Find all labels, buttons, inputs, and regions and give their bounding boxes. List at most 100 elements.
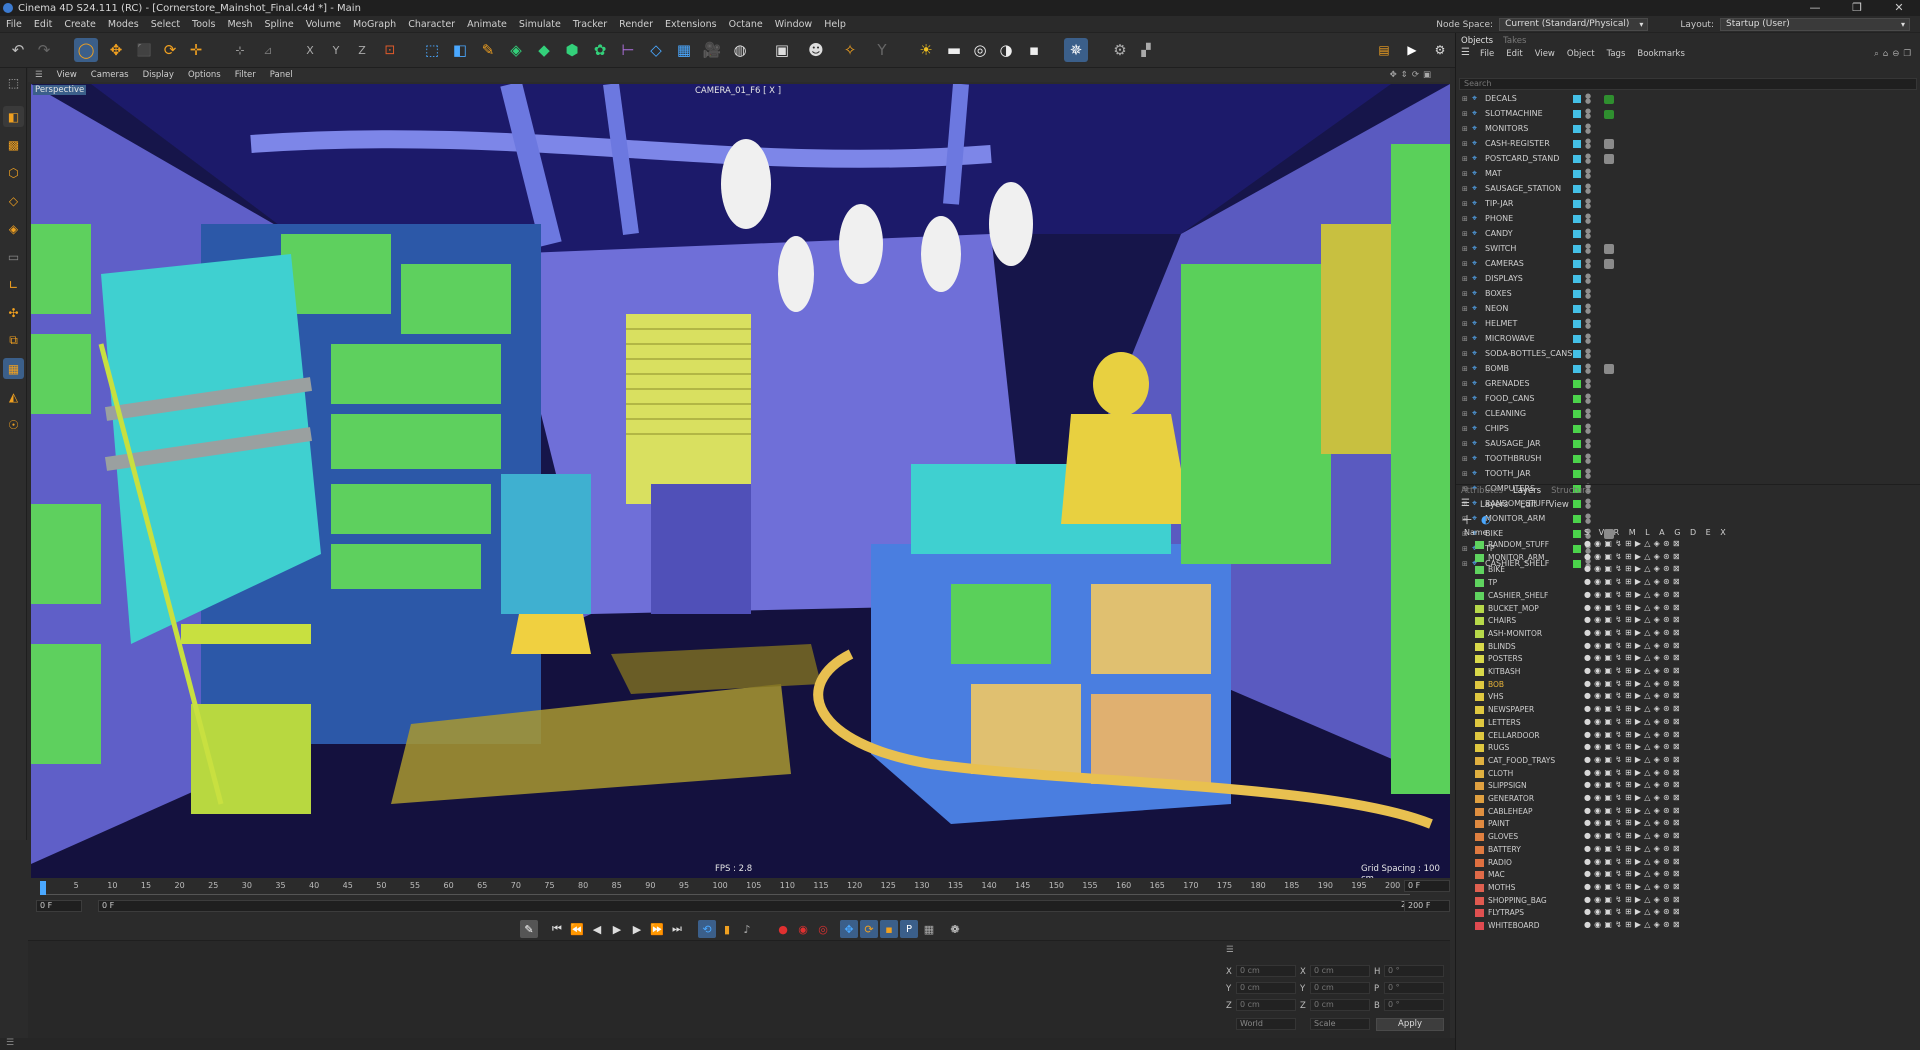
mograph-effector-icon[interactable]: ✿	[588, 38, 612, 62]
visibility-dots-icon[interactable]: ● ●	[1585, 408, 1591, 420]
menu-simulate[interactable]: Simulate	[513, 19, 567, 30]
next-frame-icon[interactable]: ▶	[628, 920, 646, 938]
objects-menu-view[interactable]: View	[1535, 49, 1555, 59]
coordinate-mode-dropdown[interactable]: World	[1236, 1018, 1296, 1030]
menu-edit[interactable]: Edit	[28, 19, 58, 30]
layer-color-swatch[interactable]	[1573, 230, 1581, 238]
expand-icon[interactable]: ⊞	[1462, 110, 1468, 118]
script-manager-icon[interactable]: ▞	[1134, 38, 1158, 62]
3d-viewport[interactable]: Perspective CAMERA_01_F6 [ X ] FPS : 2.8…	[31, 84, 1450, 878]
visibility-dots-icon[interactable]: ● ●	[1585, 213, 1591, 225]
record-keys-icon[interactable]: ●	[774, 920, 792, 938]
layer-color-swatch[interactable]	[1475, 858, 1484, 867]
menu-select[interactable]: Select	[145, 19, 186, 30]
object-row[interactable]: ⊞ ⌖ PHONE ● ●	[1456, 212, 1920, 227]
visibility-dots-icon[interactable]: ● ●	[1585, 123, 1591, 135]
visibility-dots-icon[interactable]: ● ●	[1585, 318, 1591, 330]
layer-manager-icon[interactable]: ◐	[1481, 513, 1495, 527]
layer-color-swatch[interactable]	[1475, 617, 1484, 626]
visibility-dots-icon[interactable]: ● ●	[1585, 333, 1591, 345]
texture-mode-icon[interactable]: ▩	[3, 134, 24, 155]
layer-flag-icons[interactable]: ●◉▣↯⊞▶△◈⊛⊠	[1584, 755, 1683, 764]
layer-flag-icons[interactable]: ●◉▣↯⊞▶△◈⊛⊠	[1584, 806, 1683, 815]
layer-row[interactable]: CAT_FOOD_TRAYS ●◉▣↯⊞▶△◈⊛⊠	[1456, 755, 1920, 768]
layers-menu-edit[interactable]: Edit	[1520, 500, 1536, 510]
layer-flag-icons[interactable]: ●◉▣↯⊞▶△◈⊛⊠	[1584, 831, 1683, 840]
layer-color-swatch[interactable]	[1475, 642, 1484, 651]
viewport-hamburger-icon[interactable]: ☰	[28, 70, 50, 80]
settings-icon[interactable]: ⚙	[1108, 38, 1132, 62]
size-mode-dropdown[interactable]: Scale	[1310, 1018, 1370, 1030]
layout-dropdown[interactable]: Startup (User)	[1720, 18, 1910, 31]
expand-icon[interactable]: ⊞	[1462, 380, 1468, 388]
layer-row[interactable]: RADIO ●◉▣↯⊞▶△◈⊛⊠	[1456, 857, 1920, 870]
octane-toggle-icon[interactable]: ▬	[942, 38, 966, 62]
key-rotation-icon[interactable]: ⟳	[860, 920, 878, 938]
menu-render[interactable]: Render	[613, 19, 659, 30]
tracker-icon[interactable]: Y	[870, 38, 894, 62]
motion-system-icon[interactable]: ❁	[946, 920, 964, 938]
end-frame-field[interactable]: 200 F	[1404, 900, 1450, 912]
layer-color-swatch[interactable]	[1573, 320, 1581, 328]
objects-search-input[interactable]: Search	[1459, 78, 1917, 90]
layer-color-swatch[interactable]	[1573, 215, 1581, 223]
undo-icon[interactable]: ↶	[6, 38, 30, 62]
x-size-field[interactable]: 0 cm	[1310, 965, 1370, 977]
layer-flag-icons[interactable]: ●◉▣↯⊞▶△◈⊛⊠	[1584, 564, 1683, 573]
layer-row[interactable]: POSTERS ●◉▣↯⊞▶△◈⊛⊠	[1456, 653, 1920, 666]
visibility-dots-icon[interactable]: ● ●	[1585, 363, 1591, 375]
object-row[interactable]: ⊞ ⌖ MONITORS ● ●	[1456, 122, 1920, 137]
tab-attributes[interactable]: Attributes	[1461, 486, 1503, 496]
expand-icon[interactable]: ⊞	[1462, 260, 1468, 268]
layer-color-swatch[interactable]	[1475, 871, 1484, 880]
cloner-icon[interactable]: ⬢	[560, 38, 584, 62]
object-row[interactable]: ⊞ ⌖ CLEANING ● ●	[1456, 407, 1920, 422]
layer-row[interactable]: WHITEBOARD ●◉▣↯⊞▶△◈⊛⊠	[1456, 920, 1920, 933]
loop-icon[interactable]: ⟲	[698, 920, 716, 938]
octane-object-tag-icon[interactable]	[1604, 95, 1614, 104]
layer-flag-icons[interactable]: ●◉▣↯⊞▶△◈⊛⊠	[1584, 603, 1683, 612]
z-position-field[interactable]: 0 cm	[1236, 999, 1296, 1011]
objects-panel-tool-icons[interactable]: ⌕⌂⊖❐	[1874, 49, 1915, 59]
sculpt-icon[interactable]: ✧	[838, 38, 862, 62]
expand-icon[interactable]: ⊞	[1462, 125, 1468, 133]
y-position-field[interactable]: 0 cm	[1236, 982, 1296, 994]
expand-icon[interactable]: ⊞	[1462, 455, 1468, 463]
object-row[interactable]: ⊞ ⌖ NEON ● ●	[1456, 302, 1920, 317]
snap-icon[interactable]: ⊿	[256, 38, 280, 62]
layer-flag-icons[interactable]: ●◉▣↯⊞▶△◈⊛⊠	[1584, 641, 1683, 650]
key-pla-icon[interactable]: ▦	[920, 920, 938, 938]
menu-file[interactable]: File	[0, 19, 28, 30]
layer-color-swatch[interactable]	[1573, 410, 1581, 418]
expand-icon[interactable]: ⊞	[1462, 335, 1468, 343]
status-hamburger-icon[interactable]: ☰	[6, 1038, 14, 1048]
layer-row[interactable]: ASH-MONITOR ●◉▣↯⊞▶△◈⊛⊠	[1456, 628, 1920, 641]
visibility-dots-icon[interactable]: ● ●	[1585, 243, 1591, 255]
object-row[interactable]: ⊞ ⌖ MICROWAVE ● ●	[1456, 332, 1920, 347]
render-view-icon[interactable]: ▣	[770, 38, 794, 62]
expand-icon[interactable]: ⊞	[1462, 410, 1468, 418]
timeline-mode-icon[interactable]: ✎	[520, 920, 538, 938]
layer-flag-icons[interactable]: ●◉▣↯⊞▶△◈⊛⊠	[1584, 679, 1683, 688]
cube-icon[interactable]: ◧	[448, 38, 472, 62]
b-rotation-field[interactable]: 0 °	[1384, 999, 1444, 1011]
visibility-dots-icon[interactable]: ● ●	[1585, 378, 1591, 390]
layer-row[interactable]: SHOPPING_BAG ●◉▣↯⊞▶△◈⊛⊠	[1456, 895, 1920, 908]
layer-color-swatch[interactable]	[1573, 380, 1581, 388]
x-position-field[interactable]: 0 cm	[1236, 965, 1296, 977]
menu-modes[interactable]: Modes	[102, 19, 145, 30]
layer-flag-icons[interactable]: ●◉▣↯⊞▶△◈⊛⊠	[1584, 628, 1683, 637]
object-row[interactable]: ⊞ ⌖ HELMET ● ●	[1456, 317, 1920, 332]
expand-icon[interactable]: ⊞	[1462, 305, 1468, 313]
objects-menu-bookmarks[interactable]: Bookmarks	[1637, 49, 1685, 59]
visibility-dots-icon[interactable]: ● ●	[1585, 138, 1591, 150]
viewport-menu-display[interactable]: Display	[136, 70, 181, 80]
layer-flag-icons[interactable]: ●◉▣↯⊞▶△◈⊛⊠	[1584, 704, 1683, 713]
layer-color-swatch[interactable]	[1573, 200, 1581, 208]
layer-row[interactable]: BOB ●◉▣↯⊞▶△◈⊛⊠	[1456, 679, 1920, 692]
menu-create[interactable]: Create	[58, 19, 102, 30]
workplane-icon[interactable]: ▦	[3, 358, 24, 379]
layer-flag-icons[interactable]: ●◉▣↯⊞▶△◈⊛⊠	[1584, 666, 1683, 675]
layer-color-swatch[interactable]	[1475, 541, 1484, 549]
layer-row[interactable]: SLIPPSIGN ●◉▣↯⊞▶△◈⊛⊠	[1456, 780, 1920, 793]
